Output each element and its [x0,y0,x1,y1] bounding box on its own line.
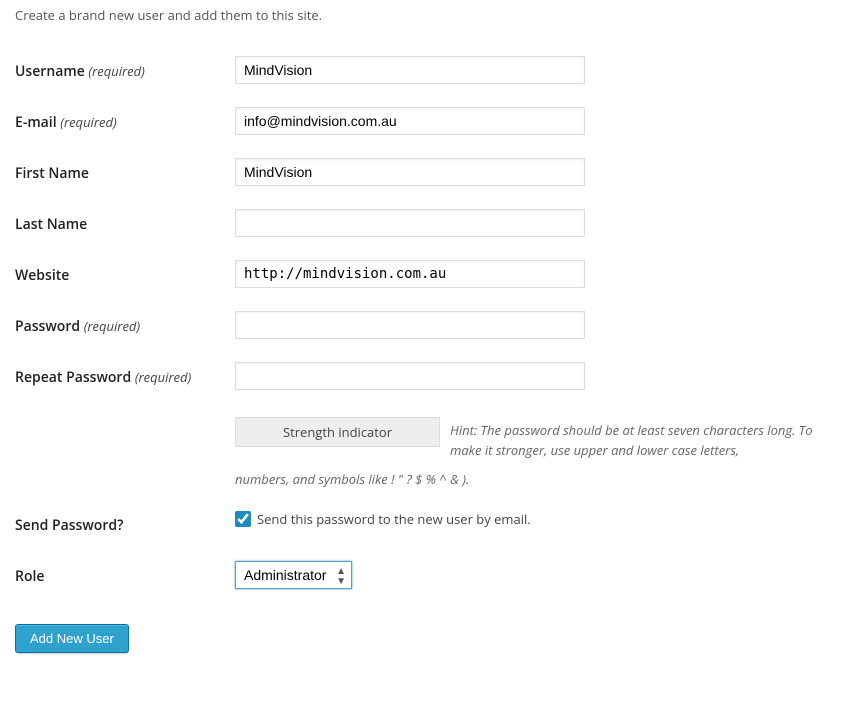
required-note: (required) [88,62,144,80]
username-input[interactable] [235,56,585,84]
password-label: Password (required) [15,301,235,352]
first-name-label: First Name [15,148,235,199]
add-user-form: Username (required) E-mail (required) Fi… [15,46,826,602]
last-name-label: Last Name [15,199,235,250]
email-label: E-mail (required) [15,97,235,148]
email-input[interactable] [235,107,585,135]
add-new-user-button[interactable]: Add New User [15,624,129,653]
last-name-input[interactable] [235,209,585,237]
required-note: (required) [84,317,140,335]
password-hint-line1: Hint: The password should be at least se… [440,403,816,460]
repeat-password-input[interactable] [235,362,585,390]
website-label: Website [15,250,235,301]
website-input[interactable] [235,260,585,288]
send-password-checkbox-wrap[interactable]: Send this password to the new user by em… [235,510,816,528]
send-password-text: Send this password to the new user by em… [257,510,531,528]
send-password-checkbox[interactable] [235,511,251,527]
password-input[interactable] [235,311,585,339]
role-label: Role [15,551,235,602]
password-hint-line2: numbers, and symbols like ! " ? $ % ^ & … [15,470,816,490]
intro-text: Create a brand new user and add them to … [15,6,826,24]
send-password-label: Send Password? [15,500,235,551]
password-strength-indicator: Strength indicator [235,417,440,447]
username-label: Username (required) [15,46,235,97]
required-note: (required) [60,113,116,131]
role-select[interactable]: Administrator [235,561,352,589]
first-name-input[interactable] [235,158,585,186]
repeat-password-label: Repeat Password (required) [15,352,235,403]
required-note: (required) [135,368,191,386]
